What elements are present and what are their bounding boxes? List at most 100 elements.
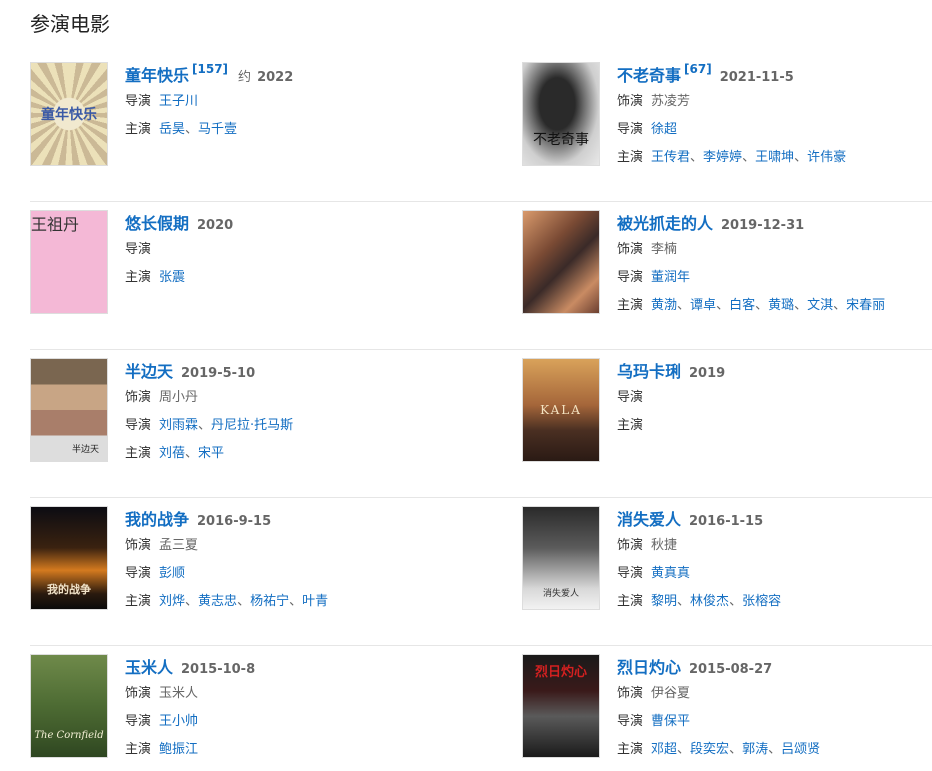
person-link[interactable]: 徐超 [651,122,677,137]
movie-grid: 童年快乐 童年快乐 [157] 约 2022 导演 王子川 主演 岳昊、马千壹 不老奇事 不老奇事[… [30,54,932,771]
role-name: 秋捷 [651,538,678,553]
person-link[interactable]: 邓超 [651,742,677,757]
poster-title-text: 半边天 [71,445,99,455]
poster-title-text: 王祖丹 [31,215,80,234]
person-link[interactable]: 王传君 [651,150,690,165]
meta-line: 导演 [617,384,932,412]
movie-card: 我的战争 我的战争 2016-9-15 饰演 孟三夏 导演 彭顺 主演 刘烨、黄志忠、杨祐宁、叶… [30,498,500,646]
poster-title-text: The Cornfield [34,730,104,741]
person-link[interactable]: 张震 [159,270,185,285]
movie-title-link[interactable]: 半边天 [125,358,173,382]
person-link[interactable]: 宋春丽 [846,298,885,313]
meta-line: 饰演 玉米人 [125,680,500,708]
person-link[interactable]: 谭卓 [690,298,716,313]
movie-info: 乌玛卡琍 2019 导演 主演 [617,358,932,440]
movie-poster[interactable]: 烈日灼心 [522,654,600,758]
person-link[interactable]: 王啸坤 [755,150,794,165]
movie-poster[interactable]: The Cornfield [30,654,108,758]
meta-line: 饰演 李楠 [617,236,932,264]
meta-label: 主演 [617,742,644,757]
title-line: 悠长假期 2020 [125,210,500,236]
movie-poster[interactable]: 不老奇事 [522,62,600,166]
person-link[interactable]: 王小帅 [159,714,198,729]
release-date: 2021-11-5 [719,70,794,85]
poster-title-text: KALA [540,403,582,417]
movie-info: 被光抓走的人 2019-12-31 饰演 李楠 导演 董润年 主演 黄渤、谭卓、白客、黄璐、文… [617,210,932,320]
movie-row: 王祖丹 悠长假期 2020 导演 主演 张震 被光抓走的人 2019-12-31 饰演 李楠 导演董… [30,202,932,350]
person-link[interactable]: 岳昊 [159,122,185,137]
movie-poster[interactable]: KALA [522,358,600,462]
person-link[interactable]: 杨祐宁 [250,594,289,609]
movie-title-link[interactable]: 童年快乐 [125,62,189,86]
person-link[interactable]: 文淇 [807,298,833,313]
person-link[interactable]: 黎明 [651,594,677,609]
meta-label: 导演 [125,242,152,257]
meta-label: 饰演 [125,390,152,405]
person-link[interactable]: 宋平 [198,446,224,461]
movie-poster[interactable]: 我的战争 [30,506,108,610]
role-name: 玉米人 [159,686,199,701]
movie-title-link[interactable]: 消失爱人 [617,506,681,530]
movie-poster[interactable]: 半边天 [30,358,108,462]
poster-title-text: 烈日灼心 [534,665,587,680]
movie-poster[interactable]: 消失爱人 [522,506,600,610]
release-date: 2020 [197,218,234,233]
person-link[interactable]: 鲍振江 [159,742,198,757]
meta-line: 饰演 周小丹 [125,384,500,412]
movie-title-link[interactable]: 烈日灼心 [617,654,681,678]
role-name: 孟三夏 [159,538,199,553]
person-link[interactable]: 刘雨霖 [159,418,198,433]
person-link[interactable]: 丹尼拉·托马斯 [211,418,293,433]
role-name: 伊谷夏 [651,686,691,701]
person-link[interactable]: 许伟豪 [807,150,846,165]
movie-title-link[interactable]: 悠长假期 [125,210,189,234]
person-link[interactable]: 郭涛 [742,742,768,757]
citation-link[interactable]: [67] [684,62,712,76]
meta-line: 主演 鲍振江 [125,736,500,764]
person-link[interactable]: 王子川 [159,94,198,109]
name-separator: 、 [729,742,743,757]
person-link[interactable]: 段奕宏 [690,742,729,757]
movie-title-link[interactable]: 我的战争 [125,506,189,530]
movie-card: 不老奇事 不老奇事 [67] 2021-11-5 饰演 苏凌芳 导演 徐超 主演 王传君、李婷婷、… [522,54,932,202]
movie-poster[interactable]: 王祖丹 [30,210,108,314]
person-link[interactable]: 叶青 [302,594,328,609]
meta-line: 主演 黄渤、谭卓、白客、黄璐、文淇、宋春丽 [617,292,932,320]
meta-label: 主演 [125,446,152,461]
movie-info: 半边天 2019-5-10 饰演 周小丹 导演 刘雨霖、丹尼拉·托马斯 主演 刘蓓、宋平 [125,358,500,468]
movie-title-link[interactable]: 玉米人 [125,654,173,678]
person-link[interactable]: 林俊杰 [690,594,729,609]
person-link[interactable]: 吕颂贤 [781,742,820,757]
person-link[interactable]: 马千壹 [198,122,237,137]
meta-label: 导演 [125,418,152,433]
movie-row: The Cornfield 玉米人 2015-10-8 饰演 玉米人 导演 王小帅 主演 鲍振江… [30,646,932,771]
person-link[interactable]: 刘烨 [159,594,185,609]
person-link[interactable]: 彭顺 [159,566,185,581]
movie-title-link[interactable]: 不老奇事 [617,62,681,86]
person-link[interactable]: 李婷婷 [703,150,742,165]
meta-label: 导演 [125,94,152,109]
citation-link[interactable]: [157] [192,62,228,76]
release-date: 2015-08-27 [689,662,773,677]
person-link[interactable]: 曹保平 [651,714,690,729]
person-link[interactable]: 黄渤 [651,298,677,313]
movie-title-link[interactable]: 乌玛卡琍 [617,358,681,382]
person-link[interactable]: 黄志忠 [198,594,237,609]
release-date: 2019-12-31 [721,218,805,233]
person-link[interactable]: 张榕容 [742,594,781,609]
poster-title-text: 消失爱人 [542,589,579,599]
movie-poster[interactable] [522,210,600,314]
role-name: 苏凌芳 [651,94,691,109]
name-separator: 、 [833,298,847,313]
name-separator: 、 [237,594,251,609]
person-link[interactable]: 黄璐 [768,298,794,313]
movie-poster[interactable]: 童年快乐 [30,62,108,166]
person-link[interactable]: 黄真真 [651,566,690,581]
release-date: 2016-1-15 [689,514,764,529]
person-link[interactable]: 刘蓓 [159,446,185,461]
meta-label: 主演 [125,270,152,285]
meta-label: 饰演 [617,538,644,553]
person-link[interactable]: 白客 [729,298,755,313]
person-link[interactable]: 董润年 [651,270,690,285]
movie-title-link[interactable]: 被光抓走的人 [617,210,713,234]
